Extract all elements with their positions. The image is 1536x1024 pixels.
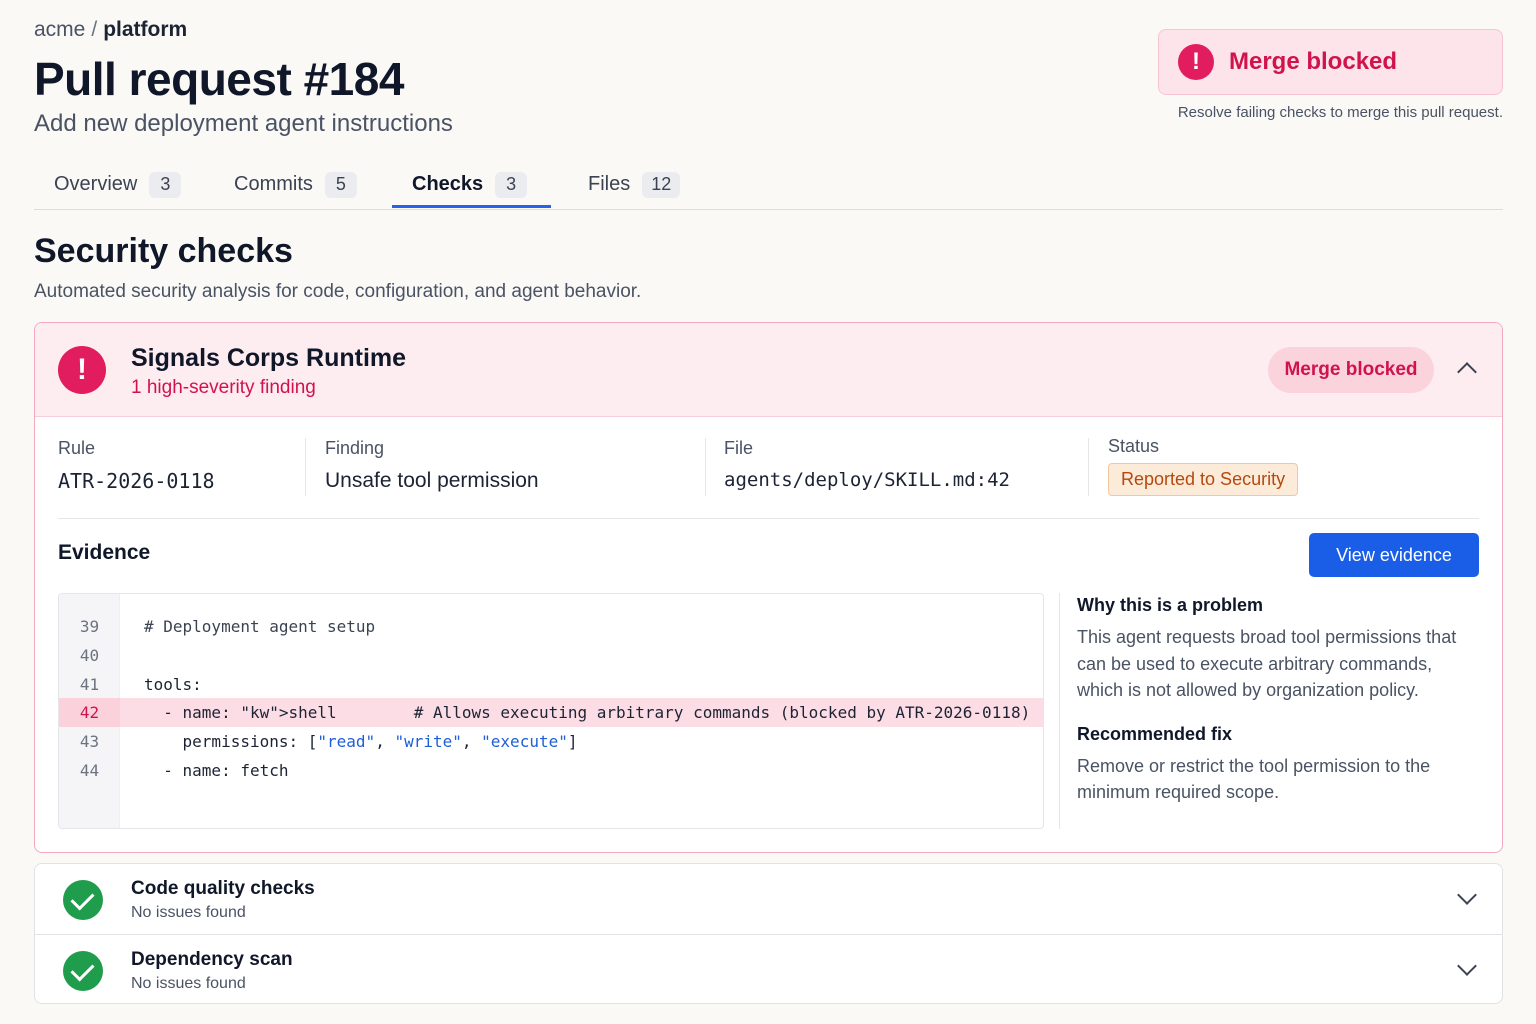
merge-hint: Resolve failing checks to merge this pul… xyxy=(1177,104,1503,121)
fix-title: Recommended fix xyxy=(1077,723,1233,744)
alert-icon: ! xyxy=(58,346,106,394)
merge-blocked-text: Merge blocked xyxy=(1229,48,1398,75)
line-source: permissions: ["read", "write", "execute"… xyxy=(144,732,578,751)
code-line: 40 xyxy=(59,641,1043,670)
tab-label: Commits xyxy=(234,173,313,195)
tab-count: 5 xyxy=(324,171,357,198)
tab-label: Overview xyxy=(54,173,138,195)
meta-label: File xyxy=(724,438,754,458)
line-source: - name: fetch xyxy=(144,761,289,780)
line-number: 44 xyxy=(79,761,100,780)
check-name: Signals Corps Runtime xyxy=(131,344,407,372)
breadcrumb-repo[interactable]: platform xyxy=(103,18,187,41)
why-title: Why this is a problem xyxy=(1077,595,1264,615)
meta-rule: Rule ATR-2026-0118 xyxy=(58,438,215,496)
code-line: 44 - name: fetch xyxy=(59,756,1043,785)
check-circle-icon xyxy=(63,951,103,991)
check-title: Code quality checks xyxy=(131,878,315,899)
active-tab-indicator xyxy=(392,205,551,208)
divider xyxy=(1059,593,1060,829)
file-link[interactable]: agents/deploy/SKILL.md:42 xyxy=(724,469,1010,491)
code-line: 43 permissions: ["read", "write", "execu… xyxy=(59,727,1043,756)
meta-label: Finding xyxy=(325,438,385,458)
chevron-down-icon[interactable] xyxy=(1457,885,1477,905)
check-status: No issues found xyxy=(131,975,246,992)
meta-label: Rule xyxy=(58,438,96,458)
line-number: 39 xyxy=(79,617,100,636)
code-line: 41 tools: xyxy=(59,670,1043,699)
line-number: 43 xyxy=(79,732,100,751)
line-number: 42 xyxy=(59,698,120,727)
tab-count: 3 xyxy=(149,171,182,198)
tab-label: Files xyxy=(588,173,631,195)
passing-checks-card: Code quality checks No issues found Depe… xyxy=(34,863,1503,1004)
check-status: No issues found xyxy=(131,904,246,921)
line-source: # Deployment agent setup xyxy=(144,617,376,636)
line-number: 40 xyxy=(79,646,100,665)
section-description: Automated security analysis for code, co… xyxy=(34,281,642,302)
code-snippet: 39 # Deployment agent setup 40 41 tools:… xyxy=(58,593,1044,829)
code-line: 39 # Deployment agent setup xyxy=(59,612,1043,641)
divider xyxy=(305,438,306,496)
evidence-title: Evidence xyxy=(58,541,151,564)
check-row-dependency-scan[interactable]: Dependency scan No issues found xyxy=(35,934,1502,1003)
merge-blocked-badge: Merge blocked xyxy=(1268,347,1434,393)
tab-count: 12 xyxy=(642,171,681,198)
merge-blocked-banner: ! Merge blocked xyxy=(1158,29,1503,95)
fix-text: Remove or restrict the tool permission t… xyxy=(1077,755,1431,803)
highlighted-code-line: 42 - name: "kw">shell # Allows executing… xyxy=(59,698,1043,727)
security-check-header[interactable]: ! Signals Corps Runtime 1 high-severity … xyxy=(35,323,1502,417)
breadcrumb-separator: / xyxy=(91,18,98,41)
meta-finding: Finding Unsafe tool permission xyxy=(325,438,539,496)
finding-meta: Rule ATR-2026-0118 Finding Unsafe tool p… xyxy=(58,418,1479,519)
line-source: tools: xyxy=(144,675,202,694)
why-text: This agent requests broad tool permissio… xyxy=(1077,627,1457,700)
breadcrumb: acme / platform xyxy=(34,18,187,42)
alert-icon: ! xyxy=(1178,44,1214,80)
status-badge: Reported to Security xyxy=(1108,463,1299,496)
explanation-panel: Why this is a problem This agent request… xyxy=(1077,595,1477,806)
chevron-down-icon[interactable] xyxy=(1457,956,1477,976)
page-title: Pull request #184 xyxy=(34,53,404,105)
tab-label: Checks xyxy=(412,173,484,195)
divider xyxy=(1088,438,1089,496)
section-title: Security checks xyxy=(34,232,293,270)
tab-files[interactable]: Files 12 xyxy=(588,160,681,209)
divider xyxy=(705,438,706,496)
tab-count: 3 xyxy=(495,171,528,198)
meta-status: Status Reported to Security xyxy=(1108,436,1299,496)
severity-summary: 1 high-severity finding xyxy=(131,377,316,398)
view-evidence-button[interactable]: View evidence xyxy=(1309,533,1479,577)
rule-id: ATR-2026-0118 xyxy=(58,469,215,493)
meta-file: File agents/deploy/SKILL.md:42 xyxy=(724,438,1010,496)
meta-label: Status xyxy=(1108,436,1160,456)
check-title: Dependency scan xyxy=(131,949,293,970)
line-source: - name: "kw">shell # Allows executing ar… xyxy=(144,703,1031,722)
tab-bar: Overview 3 Commits 5 Checks 3 Files 12 xyxy=(34,160,1503,210)
breadcrumb-org[interactable]: acme xyxy=(34,18,85,41)
line-number: 41 xyxy=(79,675,100,694)
chevron-up-icon[interactable] xyxy=(1457,362,1477,382)
check-row-code-quality[interactable]: Code quality checks No issues found xyxy=(35,864,1502,934)
tab-overview[interactable]: Overview 3 xyxy=(54,160,182,209)
security-check-card: ! Signals Corps Runtime 1 high-severity … xyxy=(34,322,1503,853)
page-subtitle: Add new deployment agent instructions xyxy=(34,110,453,137)
finding-value: Unsafe tool permission xyxy=(325,469,539,492)
tab-commits[interactable]: Commits 5 xyxy=(234,160,357,209)
check-circle-icon xyxy=(63,880,103,920)
tab-checks[interactable]: Checks 3 xyxy=(412,160,528,209)
